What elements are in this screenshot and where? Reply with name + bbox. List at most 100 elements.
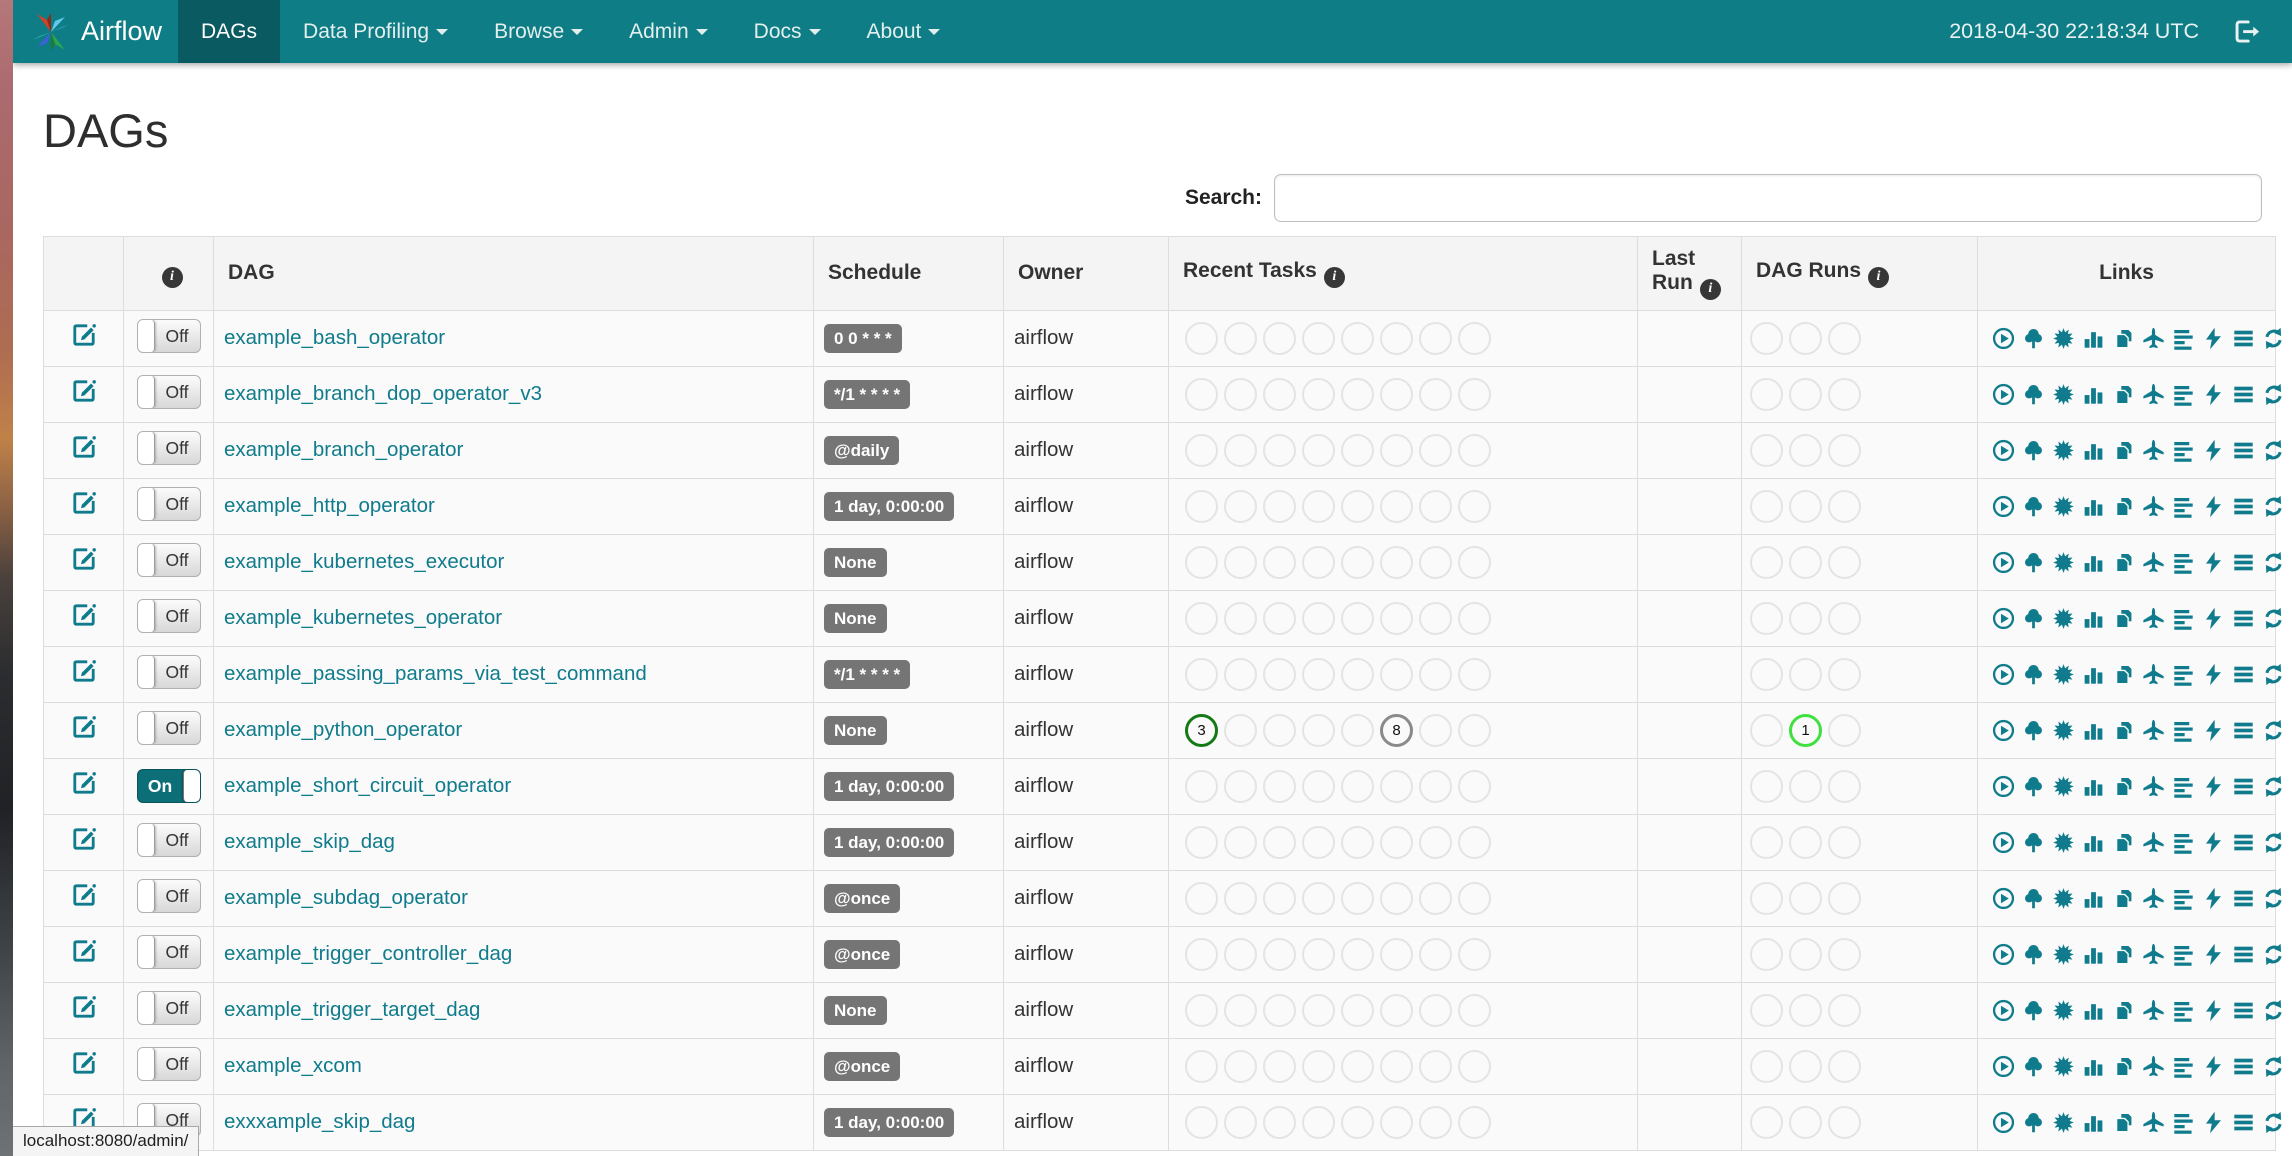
task-state-circle[interactable] bbox=[1458, 993, 1491, 1027]
header-owner[interactable]: Owner bbox=[1003, 236, 1169, 311]
task-state-circle[interactable] bbox=[1341, 881, 1374, 915]
pause-toggle[interactable]: Off bbox=[136, 542, 201, 577]
dag-run-circle[interactable] bbox=[1828, 545, 1861, 579]
code-view-icon[interactable] bbox=[2202, 886, 2225, 910]
task-state-circle[interactable] bbox=[1419, 321, 1452, 355]
task-tries-icon[interactable] bbox=[2112, 438, 2135, 462]
refresh-icon[interactable] bbox=[2262, 718, 2285, 742]
task-state-circle[interactable] bbox=[1380, 825, 1413, 859]
tree-view-icon[interactable] bbox=[2022, 830, 2045, 854]
dag-run-circle[interactable] bbox=[1750, 321, 1783, 355]
task-duration-icon[interactable] bbox=[2082, 382, 2105, 406]
refresh-icon[interactable] bbox=[2262, 550, 2285, 574]
task-state-circle[interactable] bbox=[1263, 1105, 1296, 1139]
dag-link[interactable]: example_trigger_target_dag bbox=[224, 998, 480, 1021]
task-state-circle[interactable] bbox=[1185, 657, 1218, 691]
task-state-circle[interactable] bbox=[1302, 1049, 1335, 1083]
task-state-circle[interactable] bbox=[1224, 937, 1257, 971]
trigger-dag-icon[interactable] bbox=[1992, 886, 2015, 910]
dag-run-circle[interactable] bbox=[1828, 377, 1861, 411]
logs-icon[interactable] bbox=[2232, 326, 2255, 350]
pause-toggle[interactable]: Off bbox=[136, 878, 201, 913]
task-state-circle[interactable] bbox=[1302, 657, 1335, 691]
landing-times-icon[interactable] bbox=[2142, 494, 2165, 518]
task-state-circle[interactable] bbox=[1224, 545, 1257, 579]
info-icon[interactable]: i bbox=[1868, 266, 1889, 288]
nav-item-data-profiling[interactable]: Data Profiling bbox=[280, 0, 471, 63]
task-state-circle[interactable] bbox=[1419, 713, 1452, 747]
code-view-icon[interactable] bbox=[2202, 718, 2225, 742]
nav-item-dags[interactable]: DAGs bbox=[178, 0, 281, 63]
task-state-circle[interactable] bbox=[1341, 377, 1374, 411]
logs-icon[interactable] bbox=[2232, 886, 2255, 910]
gantt-icon[interactable] bbox=[2172, 1110, 2195, 1134]
task-state-circle[interactable] bbox=[1185, 1049, 1218, 1083]
task-tries-icon[interactable] bbox=[2112, 606, 2135, 630]
dag-link[interactable]: example_passing_params_via_test_command bbox=[224, 662, 647, 685]
tree-view-icon[interactable] bbox=[2022, 998, 2045, 1022]
graph-view-icon[interactable] bbox=[2052, 662, 2075, 686]
dag-run-circle[interactable] bbox=[1750, 937, 1783, 971]
dag-run-circle[interactable] bbox=[1750, 993, 1783, 1027]
nav-item-admin[interactable]: Admin bbox=[606, 0, 731, 63]
dag-link[interactable]: example_branch_dop_operator_v3 bbox=[224, 382, 542, 405]
task-state-circle[interactable] bbox=[1380, 881, 1413, 915]
edit-dag-button[interactable] bbox=[71, 322, 97, 354]
task-state-circle[interactable] bbox=[1185, 601, 1218, 635]
task-state-circle[interactable] bbox=[1458, 937, 1491, 971]
dag-run-circle[interactable] bbox=[1750, 657, 1783, 691]
task-tries-icon[interactable] bbox=[2112, 886, 2135, 910]
task-state-circle[interactable] bbox=[1263, 321, 1296, 355]
task-state-circle[interactable] bbox=[1185, 993, 1218, 1027]
dag-run-circle[interactable] bbox=[1789, 937, 1822, 971]
logs-icon[interactable] bbox=[2232, 998, 2255, 1022]
refresh-icon[interactable] bbox=[2262, 886, 2285, 910]
task-state-circle[interactable] bbox=[1458, 321, 1491, 355]
dag-run-circle[interactable] bbox=[1789, 1105, 1822, 1139]
dag-run-circle[interactable] bbox=[1789, 769, 1822, 803]
landing-times-icon[interactable] bbox=[2142, 886, 2165, 910]
info-icon[interactable]: i bbox=[1699, 278, 1721, 300]
dag-run-circle[interactable] bbox=[1750, 1105, 1783, 1139]
airflow-brand[interactable]: Airflow bbox=[13, 0, 178, 63]
task-state-circle[interactable] bbox=[1302, 769, 1335, 803]
dag-run-circle[interactable] bbox=[1828, 881, 1861, 915]
task-state-circle[interactable] bbox=[1380, 601, 1413, 635]
dag-run-circle[interactable] bbox=[1789, 601, 1822, 635]
task-duration-icon[interactable] bbox=[2082, 550, 2105, 574]
trigger-dag-icon[interactable] bbox=[1992, 718, 2015, 742]
refresh-icon[interactable] bbox=[2262, 1054, 2285, 1078]
code-view-icon[interactable] bbox=[2202, 1110, 2225, 1134]
refresh-icon[interactable] bbox=[2262, 774, 2285, 798]
tree-view-icon[interactable] bbox=[2022, 1110, 2045, 1134]
edit-dag-button[interactable] bbox=[71, 1050, 97, 1082]
task-state-circle[interactable] bbox=[1380, 993, 1413, 1027]
dag-link[interactable]: exxxample_skip_dag bbox=[224, 1110, 415, 1133]
task-state-circle[interactable] bbox=[1263, 657, 1296, 691]
graph-view-icon[interactable] bbox=[2052, 550, 2075, 574]
task-state-circle[interactable] bbox=[1185, 937, 1218, 971]
landing-times-icon[interactable] bbox=[2142, 326, 2165, 350]
task-state-circle[interactable] bbox=[1458, 601, 1491, 635]
landing-times-icon[interactable] bbox=[2142, 942, 2165, 966]
tree-view-icon[interactable] bbox=[2022, 550, 2045, 574]
edit-dag-button[interactable] bbox=[71, 770, 97, 802]
task-duration-icon[interactable] bbox=[2082, 774, 2105, 798]
task-duration-icon[interactable] bbox=[2082, 606, 2105, 630]
logs-icon[interactable] bbox=[2232, 718, 2255, 742]
tree-view-icon[interactable] bbox=[2022, 438, 2045, 462]
task-state-circle[interactable] bbox=[1419, 1105, 1452, 1139]
task-state-circle[interactable] bbox=[1224, 713, 1257, 747]
task-state-circle[interactable] bbox=[1419, 601, 1452, 635]
dag-link[interactable]: example_python_operator bbox=[224, 718, 462, 741]
code-view-icon[interactable] bbox=[2202, 1054, 2225, 1078]
task-state-circle[interactable] bbox=[1419, 937, 1452, 971]
dag-run-circle[interactable] bbox=[1828, 321, 1861, 355]
task-state-circle[interactable] bbox=[1263, 1049, 1296, 1083]
task-state-circle[interactable] bbox=[1224, 769, 1257, 803]
dag-link[interactable]: example_kubernetes_operator bbox=[224, 606, 502, 629]
task-state-circle[interactable] bbox=[1224, 321, 1257, 355]
dag-link[interactable]: example_branch_operator bbox=[224, 438, 463, 461]
task-tries-icon[interactable] bbox=[2112, 830, 2135, 854]
header-dag[interactable]: DAG bbox=[213, 236, 814, 311]
